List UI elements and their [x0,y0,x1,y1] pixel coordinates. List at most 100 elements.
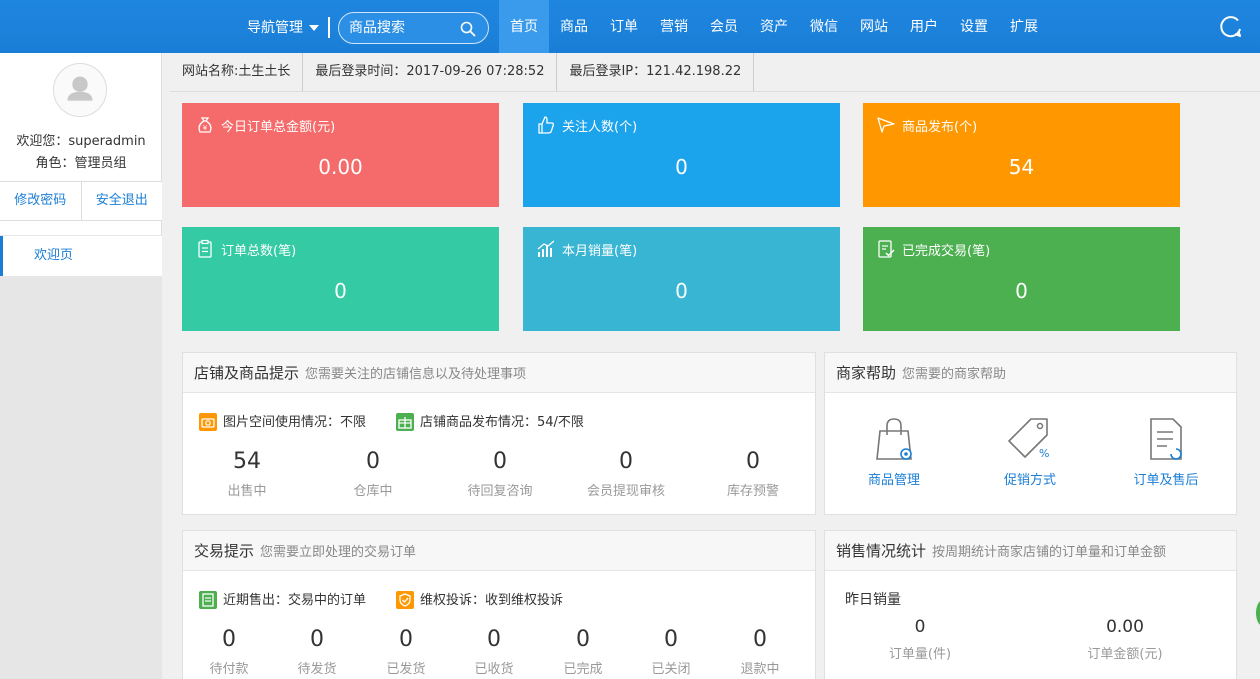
count-label: 仓库中 [353,484,393,499]
tip-text: 近期售出：交易中的订单 [223,593,367,608]
menu-orders[interactable]: 订单 [599,0,649,53]
panel-title: 商家帮助 [836,364,897,382]
panel-subtitle: 您需要立即处理的交易订单 [260,545,417,560]
help-goods-management[interactable]: 商品管理 [839,415,949,488]
user-profile: 欢迎您：superadmin 角色：管理员组 修改密码 安全退出 [0,53,162,235]
help-promotion[interactable]: % 促销方式 [975,415,1085,488]
search-icon[interactable] [460,21,476,37]
count-closed[interactable]: 0 已关闭 [631,627,711,677]
count-completed[interactable]: 0 已完成 [543,627,623,677]
panel-title: 交易提示 [194,542,255,560]
count-value: 0 [576,627,590,652]
menu-goods[interactable]: 商品 [549,0,599,53]
order-quantity-stat: 0 订单量(件) [855,617,985,662]
card-value: 0 [675,155,688,179]
logout-link[interactable]: 安全退出 [80,182,163,220]
card-followers[interactable]: 关注人数(个) 0 [523,103,840,207]
stat-label: 订单量(件) [888,647,952,662]
menu-wechat[interactable]: 微信 [799,0,849,53]
chevron-down-icon [309,25,319,31]
count-shipped[interactable]: 0 已发货 [366,627,446,677]
count-on-sale[interactable]: 54 出售中 [197,449,297,499]
stat-value: 0.00 [1106,617,1144,637]
panel-header: 店铺及商品提示 您需要关注的店铺信息以及待处理事项 [183,353,815,393]
card-monthly-sales[interactable]: 本月销量(笔) 0 [523,227,840,331]
store-goods-panel: 店铺及商品提示 您需要关注的店铺信息以及待处理事项 图片空间使用情况：不限 店铺商… [182,352,816,515]
count-label: 待发货 [297,662,337,677]
site-name: 网站名称:土生土长 [170,53,304,91]
count-in-warehouse[interactable]: 0 仓库中 [323,449,423,499]
card-today-order-amount[interactable]: ¥ 今日订单总金额(元) 0.00 [182,103,499,207]
stat-label: 订单金额(元) [1087,647,1163,662]
svg-text:%: % [1039,447,1049,460]
menu-marketing[interactable]: 营销 [649,0,699,53]
count-label: 已关闭 [651,662,691,677]
shopping-bag-icon [876,418,912,460]
tip-text: 店铺商品发布情况：54/不限 [420,415,584,430]
count-label: 待回复咨询 [467,484,533,499]
gift-icon [396,412,414,431]
change-password-link[interactable]: 修改密码 [0,182,81,220]
card-value: 54 [1008,155,1035,179]
tip-text: 维权投诉：收到维权投诉 [420,593,564,608]
menu-users[interactable]: 用户 [899,0,949,53]
site-info-bar: 网站名称:土生土长 最后登录时间：2017-09-26 07:28:52 最后登… [170,53,1260,92]
merchant-help-panel: 商家帮助 您需要的商家帮助 商品管理 % 促销方式 订单及售后 [824,352,1237,515]
sidebar-item-welcome[interactable]: 欢迎页 [0,236,162,276]
menu-members[interactable]: 会员 [699,0,749,53]
refresh-icon[interactable] [1218,14,1244,40]
count-received[interactable]: 0 已收货 [454,627,534,677]
count-value: 0 [366,449,380,474]
menu-extensions[interactable]: 扩展 [999,0,1049,53]
card-goods-published[interactable]: 商品发布(个) 54 [863,103,1180,207]
panel-subtitle: 您需要关注的店铺信息以及待处理事项 [305,367,527,382]
menu-settings[interactable]: 设置 [949,0,999,53]
help-label: 商品管理 [867,473,920,488]
sales-stats-panel: 销售情况统计 按周期统计商家店铺的订单量和订单金额 昨日销量 0 订单量(件) 0… [824,530,1237,679]
count-value: 0 [487,627,501,652]
count-label: 出售中 [227,484,267,499]
nav-manage-label: 导航管理 [247,20,303,36]
count-pending-payment[interactable]: 0 待付款 [189,627,269,677]
count-label: 已收货 [474,662,514,677]
top-navbar: 导航管理 首页 商品 订单 营销 会员 资产 微信 网站 用户 设置 扩展 [0,0,1260,53]
menu-website[interactable]: 网站 [849,0,899,53]
panel-header: 交易提示 您需要立即处理的交易订单 [183,531,815,571]
count-pending-shipment[interactable]: 0 待发货 [277,627,357,677]
help-orders-aftersales[interactable]: 订单及售后 [1111,415,1221,488]
card-value: 0 [334,279,347,303]
count-value: 0 [310,627,324,652]
card-title: 订单总数(笔) [221,244,297,259]
count-label: 库存预警 [726,484,779,499]
count-stock-warning[interactable]: 0 库存预警 [703,449,803,499]
card-title: 已完成交易(笔) [902,244,991,259]
yesterday-sales-label: 昨日销量 [845,592,901,608]
product-search-box[interactable] [338,12,489,44]
user-icon [67,76,93,101]
product-search-input[interactable] [349,19,459,37]
count-pending-inquiry[interactable]: 0 待回复咨询 [440,449,560,499]
tip-text: 图片空间使用情况：不限 [223,415,367,430]
last-login-time: 最后登录时间：2017-09-26 07:28:52 [303,53,558,91]
panel-subtitle: 您需要的商家帮助 [902,367,1007,382]
count-value: 0 [222,627,236,652]
count-refunding[interactable]: 0 退款中 [720,627,800,677]
image-space-tip: 图片空间使用情况：不限 [199,411,366,432]
nav-divider [328,17,330,38]
card-completed-trades[interactable]: 已完成交易(笔) 0 [863,227,1180,331]
count-value: 0 [664,627,678,652]
order-amount-stat: 0.00 订单金额(元) [1065,617,1185,662]
floating-action-knob[interactable] [1254,598,1260,628]
last-login-ip: 最后登录IP：121.42.198.22 [557,53,755,91]
price-tag-icon: % [1008,418,1049,460]
panel-header: 销售情况统计 按周期统计商家店铺的订单量和订单金额 [825,531,1236,571]
nav-manage-dropdown[interactable]: 导航管理 [247,17,319,37]
help-label: 订单及售后 [1133,473,1199,488]
card-total-orders[interactable]: 订单总数(笔) 0 [182,227,499,331]
menu-home[interactable]: 首页 [499,0,549,53]
menu-assets[interactable]: 资产 [749,0,799,53]
card-title: 本月销量(笔) [562,244,638,259]
panel-title: 店铺及商品提示 [194,364,300,382]
count-withdraw-review[interactable]: 0 会员提现审核 [566,449,686,499]
clipboard-icon [198,239,212,258]
